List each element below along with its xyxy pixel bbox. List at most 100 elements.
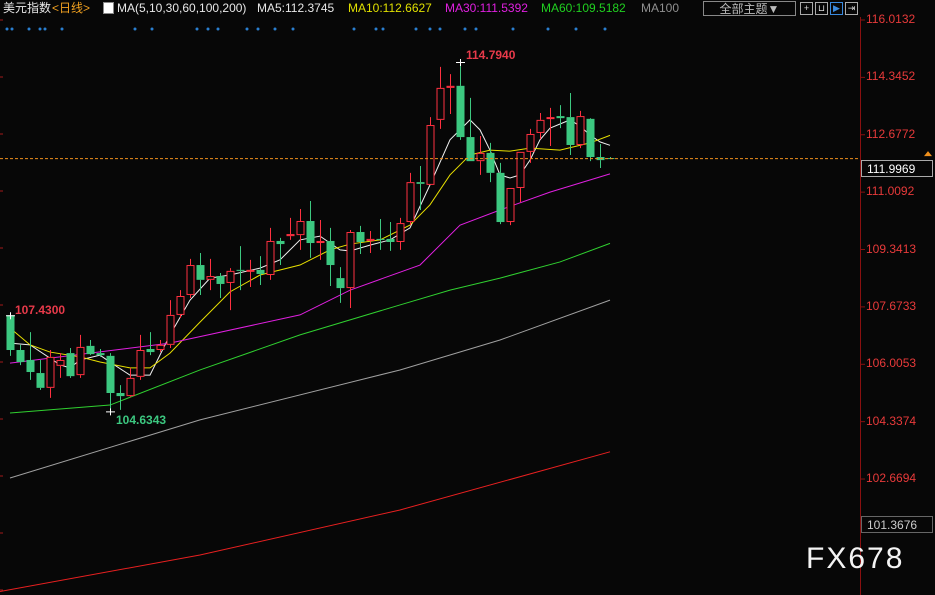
candle[interactable] <box>536 112 545 140</box>
candle[interactable] <box>206 258 215 291</box>
candle-body <box>26 359 35 373</box>
event-marker[interactable] <box>374 27 378 31</box>
event-marker[interactable] <box>133 27 137 31</box>
candle[interactable] <box>506 187 515 226</box>
candle[interactable] <box>266 227 275 280</box>
event-marker[interactable] <box>150 27 154 31</box>
candle[interactable] <box>306 201 315 258</box>
candle[interactable] <box>296 208 305 250</box>
candle[interactable] <box>396 217 405 250</box>
zoom-out-icon[interactable]: ⊔ <box>815 2 828 15</box>
candle[interactable] <box>226 268 235 311</box>
candle[interactable] <box>186 258 195 299</box>
candle-body <box>546 117 555 120</box>
candle[interactable] <box>196 252 205 295</box>
event-marker[interactable] <box>60 27 64 31</box>
candle[interactable] <box>466 97 475 162</box>
event-marker[interactable] <box>291 27 295 31</box>
candle[interactable] <box>576 110 585 149</box>
candle[interactable] <box>496 162 505 225</box>
event-marker[interactable] <box>216 27 220 31</box>
candle[interactable] <box>136 334 145 380</box>
candle[interactable] <box>166 300 175 348</box>
event-marker[interactable] <box>463 27 467 31</box>
extreme-markers <box>6 58 465 416</box>
candle[interactable] <box>446 74 455 115</box>
event-marker[interactable] <box>256 27 260 31</box>
candle[interactable] <box>116 385 125 410</box>
candle[interactable] <box>176 290 185 319</box>
ma-params[interactable]: MA(5,10,30,60,100,200) <box>117 0 246 17</box>
candle[interactable] <box>566 93 575 155</box>
candle[interactable] <box>416 165 425 210</box>
event-marker[interactable] <box>245 27 249 31</box>
candle[interactable] <box>126 367 135 398</box>
event-marker[interactable] <box>10 27 14 31</box>
candle[interactable] <box>86 340 95 356</box>
candle[interactable] <box>286 217 295 240</box>
candle[interactable] <box>156 340 165 353</box>
candle[interactable] <box>246 259 255 288</box>
event-marker[interactable] <box>438 27 442 31</box>
candle-body <box>406 182 415 223</box>
event-marker[interactable] <box>43 27 47 31</box>
candle[interactable] <box>216 272 225 299</box>
current-price-label: 111.9969 <box>861 160 933 178</box>
candle[interactable] <box>106 353 115 412</box>
event-marker[interactable] <box>273 27 277 31</box>
extreme-marker-icon <box>456 58 465 66</box>
candle-body <box>536 119 545 133</box>
candle[interactable] <box>486 142 495 183</box>
candle[interactable] <box>406 172 415 226</box>
y-tick-label: 102.6694 <box>866 471 917 486</box>
candle[interactable] <box>476 136 485 175</box>
event-marker[interactable] <box>574 27 578 31</box>
event-marker[interactable] <box>511 27 515 31</box>
event-marker[interactable] <box>352 27 356 31</box>
candle[interactable] <box>516 151 525 203</box>
y-tick-label: 116.0132 <box>866 12 916 26</box>
candle[interactable] <box>256 256 265 285</box>
candle[interactable] <box>526 128 535 163</box>
period-selector[interactable]: <日线> <box>52 0 90 17</box>
crosshair-icon[interactable]: + <box>800 2 813 15</box>
theme-dropdown[interactable]: 全部主题▼ <box>703 1 796 16</box>
candle[interactable] <box>46 350 55 398</box>
candle-body <box>466 137 475 162</box>
event-marker[interactable] <box>428 27 432 31</box>
candle[interactable] <box>66 347 75 378</box>
event-marker[interactable] <box>546 27 550 31</box>
candle[interactable] <box>596 143 605 169</box>
indicator-icon[interactable] <box>103 2 114 14</box>
candlestick-chart[interactable] <box>0 0 935 595</box>
event-marker[interactable] <box>206 27 210 31</box>
candle[interactable] <box>376 218 385 250</box>
event-marker[interactable] <box>414 27 418 31</box>
candle[interactable] <box>586 118 595 162</box>
ma60-value: MA60:109.5182 <box>541 1 626 15</box>
candle[interactable] <box>236 246 245 291</box>
event-marker[interactable] <box>474 27 478 31</box>
y-tick-label: 109.3413 <box>866 241 917 256</box>
candle[interactable] <box>26 332 35 380</box>
candle[interactable] <box>76 334 85 378</box>
candle[interactable] <box>6 315 15 356</box>
candle[interactable] <box>326 227 335 287</box>
candle[interactable] <box>346 229 355 309</box>
candle[interactable] <box>36 359 45 390</box>
event-marker[interactable] <box>195 27 199 31</box>
event-marker[interactable] <box>38 27 42 31</box>
event-marker[interactable] <box>603 27 607 31</box>
candle[interactable] <box>436 66 445 129</box>
candle[interactable] <box>336 267 345 303</box>
event-marker[interactable] <box>27 27 31 31</box>
move-right-icon[interactable]: ⇥ <box>845 2 858 15</box>
candle-body <box>416 182 425 184</box>
candle[interactable] <box>426 117 435 185</box>
event-marker[interactable] <box>5 27 9 31</box>
candle[interactable] <box>456 61 465 140</box>
candle[interactable] <box>356 225 365 255</box>
event-marker[interactable] <box>381 27 385 31</box>
candle[interactable] <box>146 332 155 356</box>
play-icon[interactable]: ▶ <box>830 2 843 15</box>
